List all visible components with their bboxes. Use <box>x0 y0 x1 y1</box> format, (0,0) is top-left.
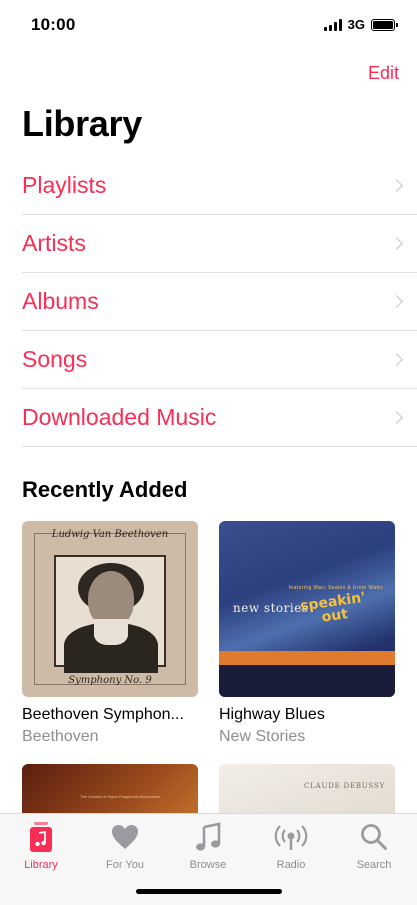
album-art-small-text: featuring Marc Seales & Ernie Watts <box>288 585 383 591</box>
album-art-title: new stories <box>233 601 309 615</box>
network-type: 3G <box>347 17 365 32</box>
signal-icon <box>323 18 342 31</box>
edit-button[interactable]: Edit <box>368 63 399 84</box>
album-artist: Beethoven <box>22 728 99 745</box>
tab-label: Radio <box>276 859 306 871</box>
library-nav-list: Playlists Artists Albums Songs Downloade… <box>22 157 417 447</box>
album-art-title: Ludwig Van Beethoven <box>51 529 169 540</box>
tab-search[interactable]: Search <box>334 821 414 871</box>
chevron-right-icon <box>390 411 403 424</box>
radio-icon <box>251 821 331 853</box>
tab-browse[interactable]: Browse <box>168 821 248 871</box>
album-tile-highway-blues[interactable]: featuring Marc Seales & Ernie Watts new … <box>219 521 395 746</box>
status-bar: 10:00 3G <box>0 0 417 52</box>
page-title: Library <box>22 103 142 144</box>
album-art-subtitle: Symphony No. 9 <box>68 675 152 686</box>
chevron-right-icon <box>390 237 403 250</box>
battery-icon <box>371 18 398 31</box>
chevron-right-icon <box>390 353 403 366</box>
tab-library[interactable]: Library <box>1 821 81 871</box>
tab-for-you[interactable]: For You <box>85 821 165 871</box>
library-icon <box>1 821 81 853</box>
album-name: Highway Blues <box>219 706 325 723</box>
home-indicator[interactable] <box>136 889 282 894</box>
nav-item-artists[interactable]: Artists <box>22 215 417 273</box>
nav-item-playlists[interactable]: Playlists <box>22 157 417 215</box>
nav-item-songs[interactable]: Songs <box>22 331 417 389</box>
portrait-image <box>54 555 166 673</box>
tab-label: For You <box>106 859 144 871</box>
section-title-recently-added: Recently Added <box>22 477 188 502</box>
heart-icon <box>85 821 165 853</box>
nav-item-albums[interactable]: Albums <box>22 273 417 331</box>
album-art-text: The Vocalist of Hyper Polyphonic Movemen… <box>80 794 161 799</box>
album-artwork: Ludwig Van Beethoven Symphony No. 9 <box>22 521 198 697</box>
search-icon <box>334 821 414 853</box>
album-art-text: CLAUDE DEBUSSY <box>304 782 385 790</box>
nav-item-label: Artists <box>22 230 86 256</box>
nav-item-label: Albums <box>22 288 99 314</box>
nav-item-downloaded-music[interactable]: Downloaded Music <box>22 389 417 447</box>
music-note-icon <box>168 821 248 853</box>
tab-label: Browse <box>189 859 227 871</box>
album-name: Beethoven Symphon... <box>22 706 184 723</box>
tab-radio[interactable]: Radio <box>251 821 331 871</box>
nav-item-label: Playlists <box>22 172 107 198</box>
chevron-right-icon <box>390 295 403 308</box>
album-artist: New Stories <box>219 728 306 745</box>
album-tile-beethoven[interactable]: Ludwig Van Beethoven Symphony No. 9 Beet… <box>22 521 198 746</box>
nav-item-label: Songs <box>22 346 88 372</box>
nav-item-label: Downloaded Music <box>22 404 217 430</box>
status-time: 10:00 <box>31 15 76 34</box>
album-art-accent-text: speakin' out <box>299 590 368 628</box>
tab-label: Library <box>24 859 58 871</box>
album-artwork: featuring Marc Seales & Ernie Watts new … <box>219 521 395 697</box>
tab-label: Search <box>356 859 392 871</box>
status-indicators: 3G <box>323 17 398 32</box>
chevron-right-icon <box>390 179 403 192</box>
